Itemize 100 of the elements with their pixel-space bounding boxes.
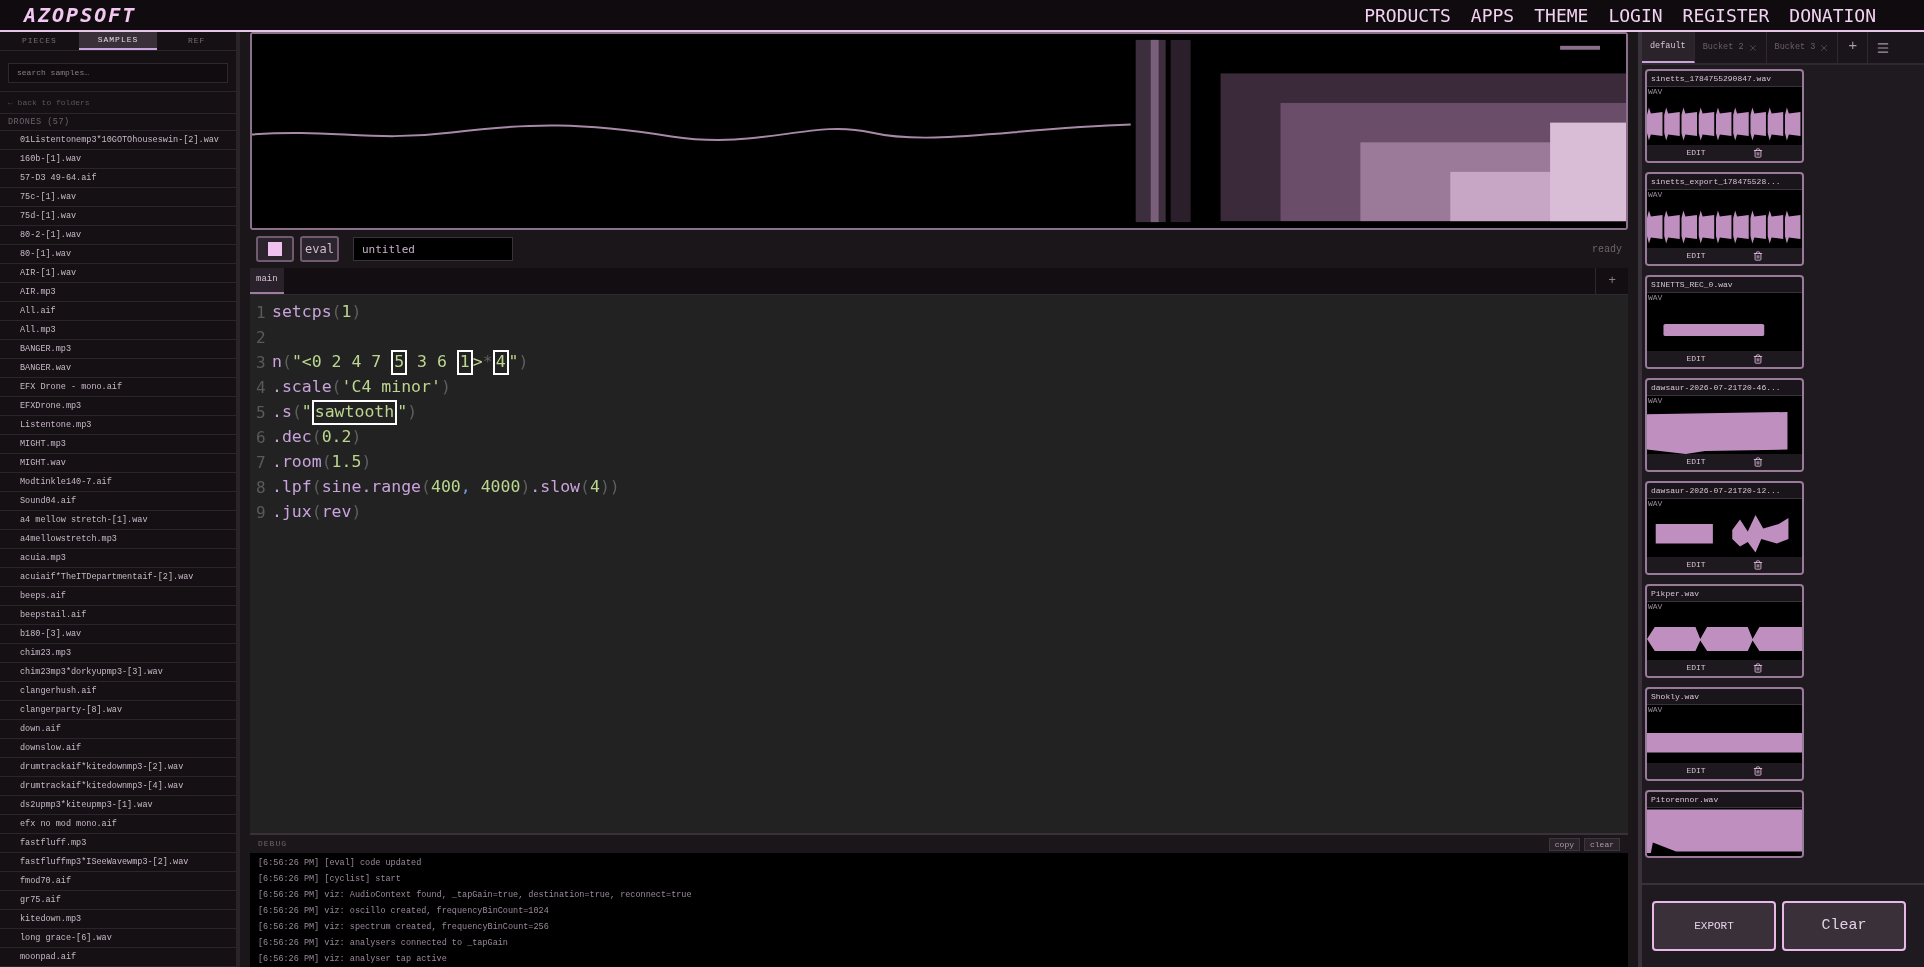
eval-button[interactable]: eval <box>300 236 339 262</box>
edit-button[interactable]: EDIT <box>1686 559 1706 571</box>
sample-file-item[interactable]: 80-2-[1].wav <box>0 226 236 245</box>
delete-icon[interactable] <box>1752 663 1763 673</box>
sample-card[interactable]: Pikper.wav WAV EDIT <box>1645 584 1804 678</box>
sample-file-item[interactable]: Listentone.mp3 <box>0 416 236 435</box>
nav-link[interactable]: PRODUCTS <box>1364 1 1451 29</box>
sample-file-item[interactable]: fmod70.aif <box>0 872 236 891</box>
sample-file-item[interactable]: down.aif <box>0 720 236 739</box>
sample-file-item[interactable]: 80-[1].wav <box>0 245 236 264</box>
line-number: 9 <box>255 501 267 524</box>
sample-file-item[interactable]: 75c-[1].wav <box>0 188 236 207</box>
sample-file-item[interactable]: drumtrackaif*kitedownmp3-[2].wav <box>0 758 236 777</box>
sample-file-item[interactable]: MIGHT.mp3 <box>0 435 236 454</box>
sample-file-item[interactable]: chim23mp3*dorkyupmp3-[3].wav <box>0 663 236 682</box>
delete-icon[interactable] <box>1752 148 1763 158</box>
format-label: WAV <box>1647 87 1664 97</box>
sample-file-item[interactable]: a4mellowstretch.mp3 <box>0 530 236 549</box>
debug-action-button[interactable]: clear <box>1584 837 1620 851</box>
sample-file-item[interactable]: AIR-[1].wav <box>0 264 236 283</box>
sample-file-item[interactable]: b180-[3].wav <box>0 625 236 644</box>
sample-file-item[interactable]: beeps.aif <box>0 587 236 606</box>
sample-file-item[interactable]: EFX Drone - mono.aif <box>0 378 236 397</box>
edit-button[interactable]: EDIT <box>1686 765 1706 777</box>
sample-card[interactable]: dawsaur-2026-07-21T20-12... WAV EDIT <box>1645 481 1804 575</box>
debug-action-button[interactable]: copy <box>1548 837 1580 851</box>
sample-file-item[interactable]: acuia.mp3 <box>0 549 236 568</box>
sample-file-item[interactable]: 01Listentonemp3*10GOTOhouseswin-[2].wav <box>0 131 236 150</box>
delete-icon[interactable] <box>1752 560 1763 570</box>
nav-link[interactable]: DONATION <box>1789 1 1876 29</box>
add-tab-button[interactable]: + <box>1595 268 1628 294</box>
edit-button[interactable]: EDIT <box>1686 353 1706 365</box>
sample-file-item[interactable]: clangerhush.aif <box>0 682 236 701</box>
sample-file-item[interactable]: moonpad.aif <box>0 948 236 967</box>
editor-tab[interactable]: main <box>250 268 284 294</box>
sidebar-tab[interactable]: REF <box>157 32 236 51</box>
sample-file-item[interactable]: efx no mod mono.aif <box>0 815 236 834</box>
sample-file-item[interactable]: chim23.mp3 <box>0 644 236 663</box>
edit-button[interactable]: EDIT <box>1686 147 1706 159</box>
sample-card[interactable]: Pitorennor.wav <box>1645 790 1804 858</box>
stop-button[interactable] <box>256 236 294 262</box>
sample-file-item[interactable]: downslow.aif <box>0 739 236 758</box>
delete-icon[interactable] <box>1752 766 1763 776</box>
edit-button[interactable]: EDIT <box>1686 456 1706 468</box>
nav-link[interactable]: LOGIN <box>1608 1 1663 29</box>
delete-icon[interactable] <box>1752 354 1763 364</box>
edit-button[interactable]: EDIT <box>1686 250 1706 262</box>
sample-card[interactable]: dawsaur-2026-07-21T20-46... WAV EDIT <box>1645 378 1804 472</box>
sample-file-item[interactable]: a4 mellow stretch-[1].wav <box>0 511 236 530</box>
status-text: ready <box>1592 242 1622 257</box>
sample-card[interactable]: sinetts_1784755290847.wav WAV EDIT <box>1645 69 1804 163</box>
sample-card[interactable]: SINETTS_REC_0.wav WAV EDIT <box>1645 275 1804 369</box>
sample-card[interactable]: Shokly.wav WAV EDIT <box>1645 687 1804 781</box>
code-line: .lpf(sine.range(400, 4000).slow(4)) <box>272 476 620 499</box>
delete-icon[interactable] <box>1752 251 1763 261</box>
sample-file-item[interactable]: fastfluff.mp3 <box>0 834 236 853</box>
sample-name: sinetts_export_178475528... <box>1651 175 1781 188</box>
clear-button[interactable]: Clear <box>1782 901 1906 951</box>
sample-file-item[interactable]: gr75.aif <box>0 891 236 910</box>
sample-file-item[interactable]: 160b-[1].wav <box>0 150 236 169</box>
sample-file-item[interactable]: 75d-[1].wav <box>0 207 236 226</box>
sample-file-item[interactable]: Modtinkle140-7.aif <box>0 473 236 492</box>
sidebar-tab[interactable]: PIECES <box>0 32 79 51</box>
sample-file-item[interactable]: BANGER.mp3 <box>0 340 236 359</box>
sample-file-item[interactable]: AIR.mp3 <box>0 283 236 302</box>
delete-icon[interactable] <box>1752 457 1763 467</box>
sample-file-item[interactable]: acuiaif*TheITDepartmentaif-[2].wav <box>0 568 236 587</box>
sample-card[interactable]: sinetts_export_178475528... WAV EDIT <box>1645 172 1804 266</box>
sample-file-item[interactable]: BANGER.wav <box>0 359 236 378</box>
edit-button[interactable]: EDIT <box>1686 662 1706 674</box>
nav-link[interactable]: REGISTER <box>1682 1 1770 29</box>
line-number: 7 <box>255 451 267 474</box>
sample-file-item[interactable]: All.mp3 <box>0 321 236 340</box>
sample-file-item[interactable]: drumtrackaif*kitedownmp3-[4].wav <box>0 777 236 796</box>
export-button[interactable]: EXPORT <box>1652 901 1776 951</box>
sample-file-item[interactable]: EFXDrone.mp3 <box>0 397 236 416</box>
sample-file-item[interactable]: MIGHT.wav <box>0 454 236 473</box>
add-bucket-button[interactable]: + <box>1838 32 1869 63</box>
sample-file-item[interactable]: beepstail.aif <box>0 606 236 625</box>
sample-file-item[interactable]: ds2upmp3*kiteupmp3-[1].wav <box>0 796 236 815</box>
line-number: 5 <box>255 401 267 424</box>
name-field[interactable]: untitled <box>352 237 513 261</box>
sample-file-item[interactable]: All.aif <box>0 302 236 321</box>
sample-file-item[interactable]: Sound04.aif <box>0 492 236 511</box>
sample-file-item[interactable]: long grace-[6].wav <box>0 929 236 948</box>
bucket-tab[interactable]: default <box>1642 32 1695 63</box>
sidebar-tab[interactable]: SAMPLES <box>78 32 158 51</box>
log-line: [6:56:26 PM] [cyclist] start <box>258 873 402 886</box>
sample-file-item[interactable]: clangerparty-[8].wav <box>0 701 236 720</box>
sample-file-item[interactable]: fastfluffmp3*ISeeWavewmp3-[2].wav <box>0 853 236 872</box>
code-editor[interactable]: 1 setcps(1) 2 3 n("<0 2 4 7 5 3 6 1 >* 4 ") 4 .scale('C4 minor') 5 .s(" sawtooth ") 6 .dec(0.2) 7 .room(1.5) 8 .lpf(sine.range(400, 4000).slow(4)) 9 .jux(rev) <box>250 295 1628 833</box>
line-number: 8 <box>255 476 267 499</box>
logo[interactable]: AZOPSOFT <box>24 0 137 30</box>
nav-link[interactable]: APPS <box>1470 1 1515 29</box>
sample-file-item[interactable]: kitedown.mp3 <box>0 910 236 929</box>
sample-file-item[interactable]: 57-D3 49-64.aif <box>0 169 236 188</box>
format-label: WAV <box>1647 705 1664 715</box>
search-field[interactable]: search samples… <box>8 62 228 83</box>
nav-link[interactable]: THEME <box>1534 1 1589 29</box>
code-line: .scale('C4 minor') <box>272 376 451 399</box>
